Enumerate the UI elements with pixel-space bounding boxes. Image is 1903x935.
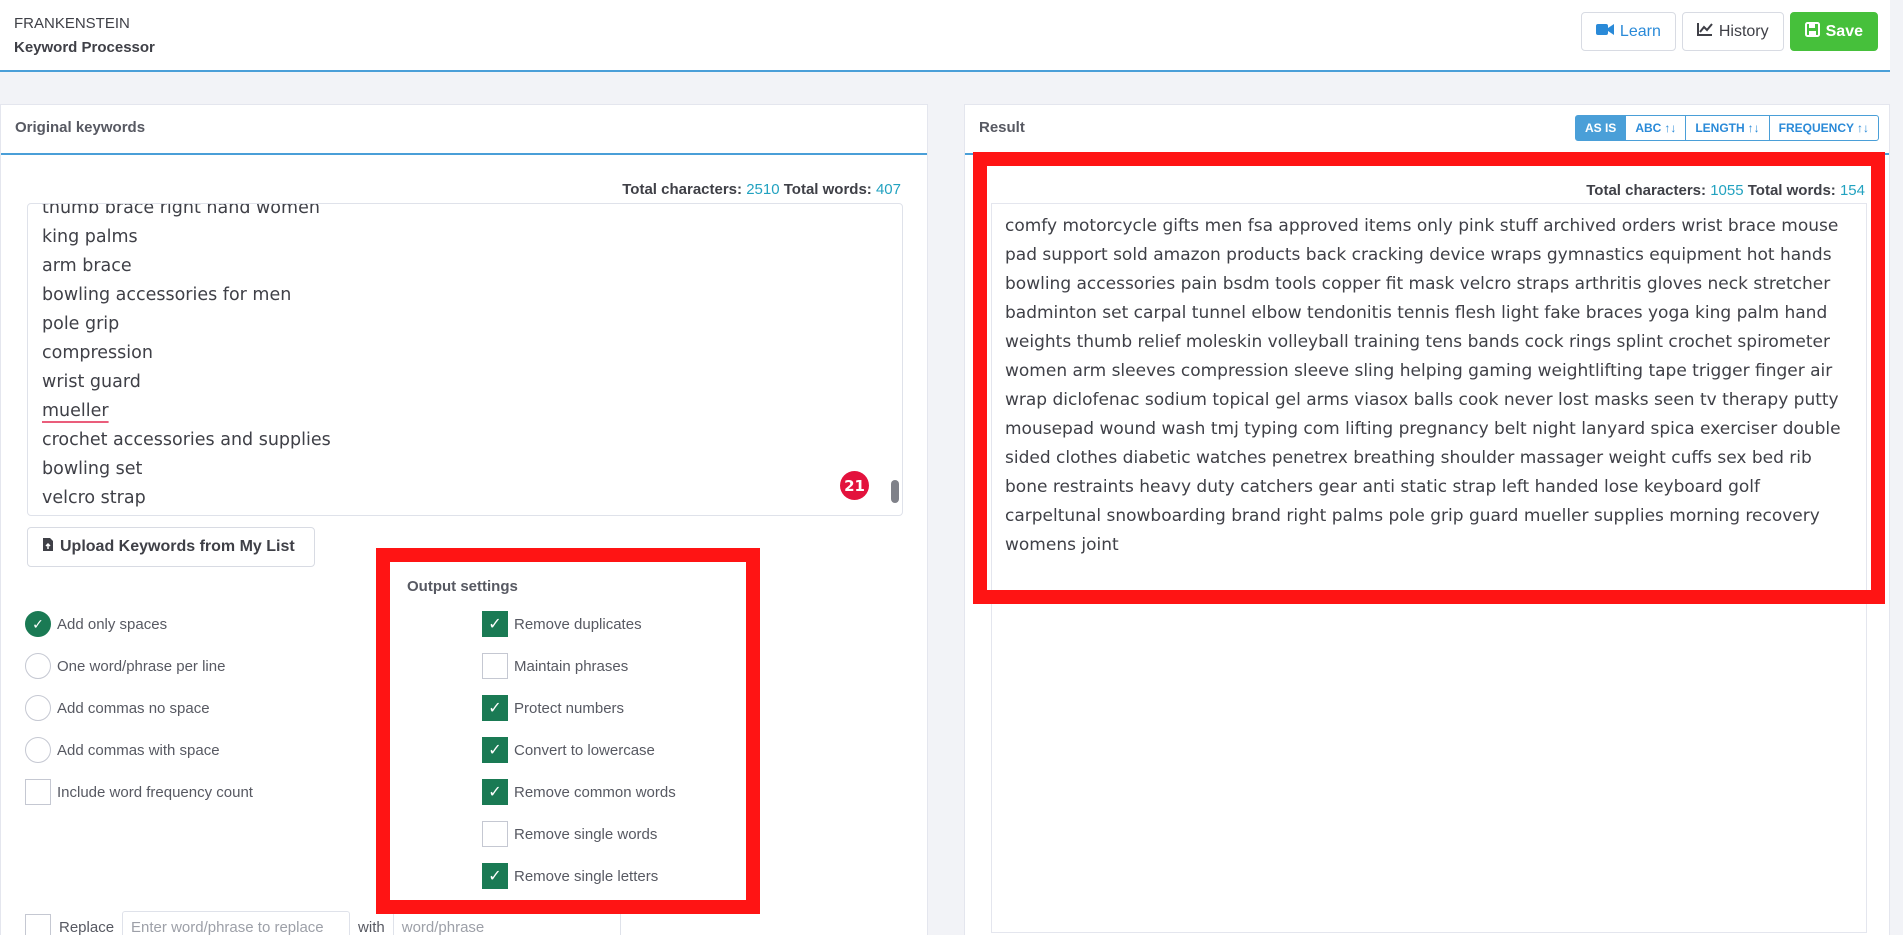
radio-unchecked-icon	[25, 737, 51, 763]
replace-find-input[interactable]: Enter word/phrase to replace	[122, 911, 351, 935]
highlight-frame-result	[973, 152, 1885, 604]
video-camera-icon	[1595, 23, 1614, 41]
keyword-line: velcro strap	[42, 488, 146, 508]
highlight-frame-output-settings	[376, 548, 760, 914]
keyword-line: wrist guard	[42, 372, 141, 392]
radio-label: Add commas with space	[57, 741, 220, 759]
brand-subtitle: Keyword Processor	[14, 39, 155, 56]
result-title-text: Result	[979, 119, 1025, 136]
sort-arrows-icon: ↑↓	[1857, 121, 1869, 135]
brand: FRANKENSTEIN Keyword Processor	[14, 12, 155, 60]
keyword-line: pole grip	[42, 314, 120, 334]
checkbox-unchecked-icon	[25, 779, 51, 805]
sort-tab-abc[interactable]: ABC ↑↓	[1625, 116, 1685, 140]
keyword-line: crochet accessories and supplies	[42, 430, 331, 450]
words-value: 407	[875, 181, 901, 198]
keyword-line: thumb brace right hand women	[42, 203, 320, 218]
result-title: Result AS IS ABC ↑↓ LENGTH ↑↓ FREQUENCY ↑↓	[965, 105, 1889, 155]
sort-arrows-icon: ↑↓	[1664, 121, 1677, 135]
history-label: History	[1718, 22, 1769, 40]
keyword-line: mueller	[42, 401, 109, 421]
sort-tab-as-is[interactable]: AS IS	[1575, 116, 1626, 140]
chars-value: 2510	[746, 181, 780, 198]
top-bar: FRANKENSTEIN Keyword Processor Learn His…	[0, 0, 1890, 72]
checkbox-word-frequency[interactable]: Include word frequency count	[25, 779, 253, 805]
radio-commas-no-space[interactable]: Add commas no space	[25, 695, 210, 721]
chars-label: Total characters:	[622, 181, 743, 198]
replace-with-input[interactable]: word/phrase	[392, 911, 621, 935]
learn-label: Learn	[1619, 22, 1661, 40]
upload-keywords-button[interactable]: Upload Keywords from My List	[27, 527, 315, 567]
sort-tab-length[interactable]: LENGTH ↑↓	[1685, 116, 1768, 140]
words-label: Total words:	[783, 181, 872, 198]
radio-label: Add commas no space	[57, 699, 210, 717]
line-chart-icon	[1696, 22, 1713, 41]
replace-label: Replace	[59, 918, 115, 935]
radio-label: One word/phrase per line	[57, 657, 226, 675]
save-button[interactable]: Save	[1789, 12, 1878, 51]
history-button[interactable]: History	[1681, 12, 1784, 51]
sort-tabs: AS IS ABC ↑↓ LENGTH ↑↓ FREQUENCY ↑↓	[1574, 115, 1879, 141]
radio-checked-icon: ✓	[25, 611, 51, 637]
file-upload-icon	[42, 537, 54, 557]
original-keywords-title: Original keywords	[1, 105, 927, 155]
brand-title: FRANKENSTEIN	[14, 15, 130, 32]
sort-tab-frequency[interactable]: FREQUENCY ↑↓	[1768, 116, 1878, 140]
upload-label: Upload Keywords from My List	[60, 538, 295, 555]
radio-one-per-line[interactable]: One word/phrase per line	[25, 653, 225, 679]
keyword-line: compression	[42, 343, 153, 363]
radio-label: Add only spaces	[57, 615, 168, 633]
notification-badge[interactable]: 21	[840, 471, 869, 500]
floppy-disk-icon	[1804, 21, 1820, 42]
radio-add-only-spaces[interactable]: ✓ Add only spaces	[25, 611, 167, 637]
with-label: with	[358, 918, 385, 935]
sort-arrows-icon: ↑↓	[1747, 121, 1760, 135]
save-label: Save	[1825, 22, 1863, 40]
keywords-textarea[interactable]: thumb brace right hand women king palms …	[27, 203, 903, 516]
original-stats: Total characters: 2510 Total words: 407	[622, 181, 901, 198]
radio-unchecked-icon	[25, 653, 51, 679]
learn-button[interactable]: Learn	[1580, 12, 1676, 51]
checkbox-label: Include word frequency count	[57, 783, 253, 801]
keyword-line: bowling accessories for men	[42, 285, 292, 305]
keyword-line: king palms	[42, 227, 138, 247]
replace-row: Replace Enter word/phrase to replace wit…	[25, 911, 621, 935]
textarea-scrollbar[interactable]	[891, 480, 899, 503]
replace-checkbox[interactable]	[25, 914, 51, 935]
radio-commas-with-space[interactable]: Add commas with space	[25, 737, 220, 763]
radio-unchecked-icon	[25, 695, 51, 721]
keywords-list: thumb brace right hand women king palms …	[42, 203, 331, 513]
keyword-line: arm brace	[42, 256, 132, 276]
keyword-line: bowling set	[42, 459, 143, 479]
